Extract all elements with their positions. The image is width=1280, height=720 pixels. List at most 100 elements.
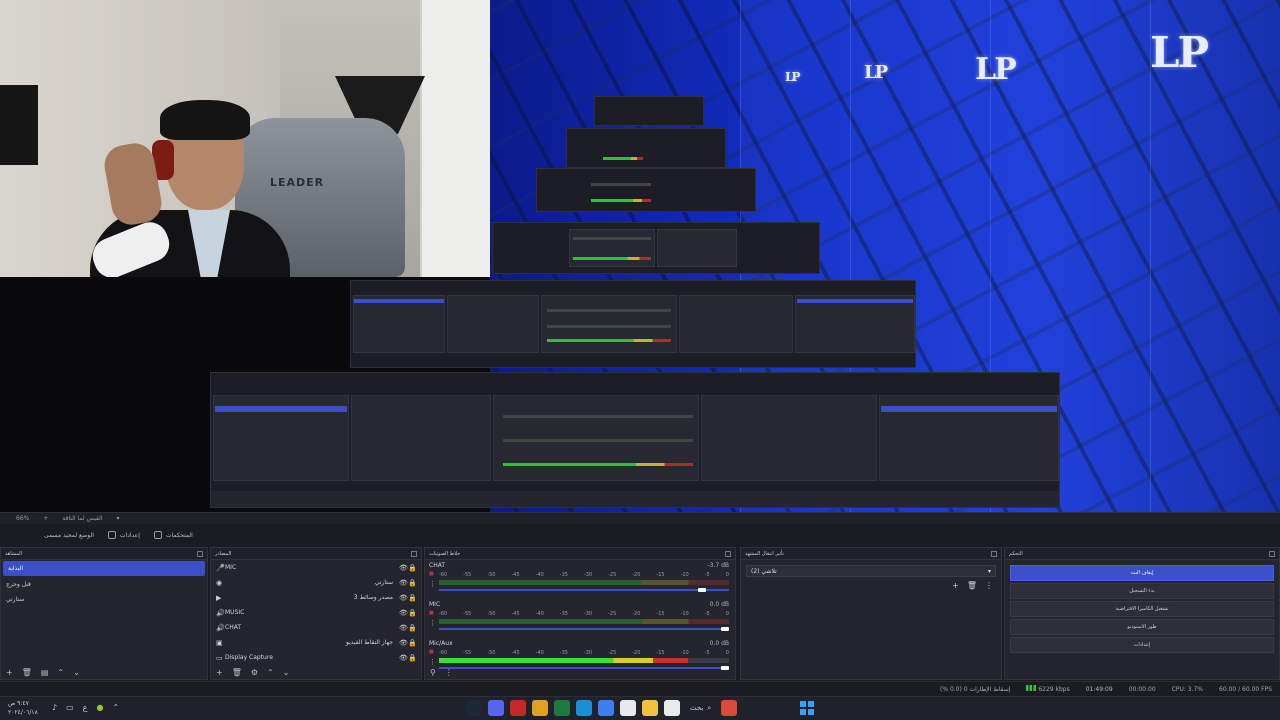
meter-tick-label: -35 [559, 572, 568, 578]
edge-icon[interactable] [576, 700, 592, 716]
trash-icon[interactable]: 🗑 [22, 668, 32, 677]
eye-icon[interactable]: 👁 [399, 594, 408, 602]
undock-icon[interactable] [991, 550, 997, 557]
files-icon[interactable] [721, 700, 738, 716]
source-item[interactable]: ▭ Display Capture 👁 🔒 [211, 650, 421, 665]
volume-icon[interactable]: ♪ [52, 703, 57, 712]
undock-icon[interactable] [725, 550, 731, 557]
down-arrow-icon[interactable]: ⌄ [283, 668, 290, 677]
source-list: 🎤 MIC 👁 🔒 ◉ ستارتي 👁 🔒 ▶ مصدر وسائط 3 👁 🔒 🔊 MUSIC 👁 🔒 🔊 C… [211, 560, 421, 665]
eye-icon[interactable]: 👁 [399, 564, 408, 572]
filter-icon[interactable]: ▤ [41, 668, 49, 677]
trash-icon[interactable]: 🗑 [967, 581, 977, 590]
lock-icon[interactable]: 🔒 [408, 594, 417, 602]
eye-icon[interactable]: 👁 [399, 579, 408, 587]
studio-mode-label[interactable]: الوضع لمحيد مسمى [44, 532, 94, 539]
discord-icon[interactable] [488, 700, 504, 716]
lock-icon[interactable]: 🔒 [408, 654, 417, 662]
volume-slider[interactable] [439, 628, 729, 630]
volume-slider[interactable] [439, 589, 729, 591]
undock-icon[interactable] [197, 550, 203, 557]
volume-slider-handle[interactable] [721, 627, 729, 631]
mute-icon[interactable]: ■ [429, 571, 434, 577]
app-tray-icon[interactable]: ● [96, 703, 103, 712]
gear-icon[interactable]: ⚙ [251, 668, 258, 677]
lock-icon[interactable]: 🔒 [408, 639, 417, 647]
excel-icon[interactable] [554, 700, 570, 716]
add-icon[interactable]: + [216, 668, 223, 677]
scene-item[interactable]: قبل وجرج [1, 577, 207, 592]
source-item[interactable]: 🎤 MIC 👁 🔒 [211, 560, 421, 575]
undock-icon[interactable] [1269, 550, 1275, 557]
clock-date: ٢٠٢٤/٠٦/١٨ [8, 709, 38, 716]
eye-icon[interactable]: 👁 [399, 639, 408, 647]
control-button[interactable]: طور الاستوديو [1010, 619, 1274, 635]
control-button[interactable]: بدء التسجيل [1010, 583, 1274, 599]
lang-icon[interactable]: ع [83, 703, 88, 712]
lock-icon[interactable]: 🔒 [408, 579, 417, 587]
notepad-icon[interactable] [664, 700, 680, 716]
taskbar-clock[interactable]: ٩:٤٧ ص ٢٠٢٤/٠٦/١٨ [8, 699, 38, 717]
lp-logo-echo: LP [975, 52, 1017, 87]
monitor-icon[interactable]: ▭ [66, 703, 74, 712]
zoom-level[interactable]: 66% [16, 515, 29, 522]
more-icon[interactable]: ⋮ [985, 581, 993, 590]
meter-tick-label: -5 [704, 611, 710, 617]
meter-scale: -60 -55 -50 -45 -40 -35 -30 -25 -20 -15 -10 -5 0 [439, 650, 729, 656]
down-arrow-icon[interactable]: ⌄ [73, 668, 80, 677]
start-icon[interactable] [800, 701, 814, 715]
up-arrow-icon[interactable]: ⌃ [267, 668, 274, 677]
volume-slider-handle[interactable] [698, 588, 707, 592]
browser-icon[interactable] [598, 700, 614, 716]
trash-icon[interactable]: 🗑 [232, 668, 242, 677]
meter-tick-label: -55 [463, 572, 472, 578]
more-icon[interactable]: ⋮ [445, 668, 453, 677]
control-button[interactable]: تشغيل الكاميرا الافتراضية [1010, 601, 1274, 617]
source-item[interactable]: 🔊 CHAT 👁 🔒 [211, 620, 421, 635]
scene-item[interactable]: ستارتي [1, 592, 207, 607]
mixer-channel: MIC 0.0 dB -60 -55 -50 -45 -40 -35 -30 -25 -20 -15-… [425, 599, 735, 638]
more-icon[interactable]: ⋮ [429, 619, 436, 627]
eye-icon[interactable]: 👁 [399, 654, 408, 662]
eye-icon[interactable]: 👁 [399, 609, 408, 617]
transition-select[interactable]: تلاشي (2) ▾ [746, 565, 996, 577]
steam-icon[interactable] [466, 700, 482, 716]
chrome-red-icon[interactable] [510, 700, 526, 716]
add-icon[interactable]: + [952, 581, 959, 590]
undock-icon[interactable] [411, 550, 417, 557]
source-item[interactable]: ▣ جهاز التقاط الفيديو 👁 🔒 [211, 635, 421, 650]
nested-preview [210, 372, 1060, 508]
lock-icon[interactable]: 🔒 [408, 609, 417, 617]
source-item[interactable]: ▶ مصدر وسائط 3 👁 🔒 [211, 590, 421, 605]
add-icon[interactable]: + [6, 668, 13, 677]
eye-icon[interactable]: 👁 [399, 624, 408, 632]
search-box[interactable]: بحث ⌕ [690, 704, 711, 713]
lock-icon[interactable]: 🔒 [408, 624, 417, 632]
nested-preview [594, 96, 704, 126]
folder-icon[interactable] [642, 700, 658, 716]
mute-icon[interactable]: ■ [429, 649, 434, 655]
settings-tab[interactable]: إعدادات [107, 531, 140, 539]
meter-tick-label: -5 [704, 572, 710, 578]
control-button[interactable]: إعدادات [1010, 637, 1274, 653]
chrome-icon[interactable] [532, 700, 548, 716]
preview-canvas[interactable]: LP LP LP LP LEADER [0, 0, 1280, 512]
mute-icon[interactable]: ■ [429, 610, 434, 616]
add-icon[interactable]: + [43, 515, 48, 522]
system-tray: ♪ ▭ ع ● ⌃ [52, 703, 119, 712]
link-icon[interactable]: ⚲ [430, 668, 436, 677]
chevron-up-icon[interactable]: ⌃ [112, 703, 119, 712]
media-icon: ▶ [216, 593, 222, 602]
calendar-icon[interactable] [620, 700, 636, 716]
scene-item[interactable]: البداية [3, 561, 205, 576]
mixer-channel-db: 0.0 dB [709, 640, 729, 647]
up-arrow-icon[interactable]: ⌃ [57, 668, 64, 677]
control-button[interactable]: إيقاف البث [1010, 565, 1274, 581]
meter-tick-label: -45 [511, 611, 520, 617]
lock-icon[interactable]: 🔒 [408, 564, 417, 572]
source-item[interactable]: 🔊 MUSIC 👁 🔒 [211, 605, 421, 620]
chevron-down-icon[interactable]: ▾ [117, 515, 120, 522]
source-item[interactable]: ◉ ستارتي 👁 🔒 [211, 575, 421, 590]
more-icon[interactable]: ⋮ [429, 580, 436, 588]
controls-tab[interactable]: المتحكمات [153, 531, 193, 539]
